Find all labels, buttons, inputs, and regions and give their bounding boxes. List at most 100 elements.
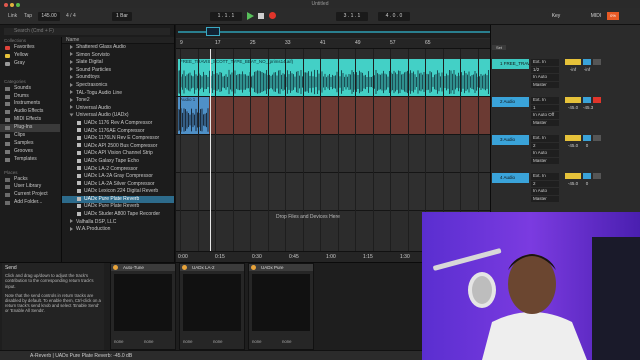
browser-item[interactable]: W.A.Production [62, 226, 174, 234]
tap-tempo-button[interactable]: Tap [24, 12, 32, 21]
monitor-switch[interactable]: In Auto [531, 74, 559, 81]
expand-chevron-icon[interactable] [70, 75, 73, 80]
set-button[interactable]: Set [492, 45, 506, 50]
key-map-button[interactable]: Key [548, 12, 564, 21]
collection-item[interactable]: Favorites [0, 44, 60, 52]
device-2[interactable]: UADx LA-2 none none [179, 263, 245, 350]
expand-chevron-icon[interactable] [70, 82, 73, 87]
tempo-field[interactable]: 145.00 [38, 12, 60, 21]
device-1[interactable]: Auto-Tune none none [110, 263, 176, 350]
device-ui-area[interactable] [114, 274, 172, 331]
track-activator-button[interactable] [565, 173, 581, 179]
collection-item[interactable]: Gray [0, 60, 60, 68]
device-3[interactable]: UADx Pure none none [248, 263, 314, 350]
browser-item[interactable]: UADx Lexicon 224 Digital Reverb [62, 188, 174, 196]
track-activator-button[interactable] [565, 97, 581, 103]
place-item[interactable]: Add Folder... [0, 199, 60, 207]
collection-item[interactable]: Yellow [0, 52, 60, 60]
monitor-switch[interactable]: In Auto Off [531, 112, 559, 119]
browser-item[interactable]: UADx 1176 Rev A Compressor [62, 120, 174, 128]
browser-item[interactable]: Sound Particles [62, 67, 174, 75]
zoom-window-button[interactable] [16, 3, 20, 7]
browser-item[interactable]: Soundtoys [62, 74, 174, 82]
browser-item[interactable]: UADx Studer A800 Tape Recorder [62, 211, 174, 219]
expand-chevron-icon[interactable] [70, 97, 73, 102]
pan-field[interactable]: 0 [583, 181, 591, 187]
place-item[interactable]: Packs [0, 176, 60, 184]
arrangement-overview[interactable] [176, 25, 490, 38]
volume-field[interactable]: -45.0 [565, 105, 581, 111]
midi-map-button[interactable]: MIDI [588, 12, 604, 21]
time-signature-field[interactable]: 4 / 4 [66, 12, 76, 21]
browser-item[interactable]: UADx Galaxy Tape Echo [62, 158, 174, 166]
expand-chevron-icon[interactable] [70, 67, 73, 72]
browser-item[interactable]: UADx API Vision Channel Strip [62, 150, 174, 158]
category-item[interactable]: Clips [0, 132, 60, 140]
browser-item[interactable]: Valhalla DSP, LLC [62, 219, 174, 227]
arrangement-position-field[interactable]: 1 . 1 . 1 [210, 12, 242, 21]
category-item[interactable]: Templates [0, 156, 60, 164]
browser-item[interactable]: Slate Digital [62, 59, 174, 67]
input-channel-menu[interactable]: 2 [531, 180, 559, 187]
category-item[interactable]: Audio Effects [0, 108, 60, 116]
volume-field[interactable]: -inf [565, 67, 581, 73]
browser-item[interactable]: Universal Audio (UADx) [62, 112, 174, 120]
device-sidechain-menu[interactable]: none [252, 339, 282, 345]
track-activator-button[interactable] [565, 59, 581, 65]
arm-button[interactable] [593, 135, 601, 141]
browser-search-input[interactable]: Search (Cmd + F) [4, 28, 170, 35]
power-icon[interactable] [182, 265, 187, 270]
loop-start-field[interactable]: 3 . 1 . 1 [336, 12, 368, 21]
expand-chevron-icon[interactable] [70, 226, 73, 231]
power-icon[interactable] [113, 265, 118, 270]
minimize-window-button[interactable] [10, 3, 14, 7]
arm-button[interactable] [593, 97, 601, 103]
category-item[interactable]: Plug-Ins [0, 124, 60, 133]
audio-clip-2[interactable]: Audio 1 [178, 97, 209, 134]
track-name[interactable]: 2 Audio [492, 97, 529, 107]
place-item[interactable]: User Library [0, 183, 60, 191]
category-item[interactable]: Drums [0, 93, 60, 101]
browser-item[interactable]: UADx 1176LN Rev E Compressor [62, 135, 174, 143]
device-title-bar[interactable]: UADx LA-2 [180, 264, 244, 271]
input-type-menu[interactable]: Ext. In [531, 135, 559, 142]
output-menu[interactable]: Master [531, 81, 559, 88]
browser-item[interactable]: UADx API 2500 Bus Compressor [62, 143, 174, 151]
browser-item[interactable]: UADx LA-2 Compressor [62, 166, 174, 174]
browser-item[interactable]: Simon Sorvisto [62, 52, 174, 60]
track-lane-1[interactable]: FREE_TRAVIS_SCOTT_TYPE_BEAT_NO_(prims14.… [176, 59, 490, 97]
output-menu[interactable]: Master [531, 195, 559, 202]
category-item[interactable]: Grooves [0, 148, 60, 156]
recording-region[interactable] [209, 97, 490, 134]
device-ui-area[interactable] [252, 274, 310, 331]
category-item[interactable]: MIDI Effects [0, 116, 60, 124]
device-title-bar[interactable]: Auto-Tune [111, 264, 175, 271]
record-button[interactable] [269, 12, 276, 19]
stop-button[interactable] [258, 13, 264, 19]
expand-chevron-icon[interactable] [70, 105, 73, 110]
browser-item[interactable]: UADx 1176AE Compressor [62, 128, 174, 136]
browser-item[interactable]: Universal Audio [62, 105, 174, 113]
monitor-switch[interactable]: In Auto [531, 188, 559, 195]
overview-zoom-window[interactable] [206, 27, 220, 36]
place-item[interactable]: Current Project [0, 191, 60, 199]
track-lane-4[interactable] [176, 173, 490, 211]
track-lane-2[interactable]: Audio 1 [176, 97, 490, 135]
playhead[interactable] [210, 49, 211, 251]
device-sidechain-menu[interactable]: none [114, 339, 144, 345]
arm-button[interactable] [593, 173, 601, 179]
expand-chevron-icon[interactable] [70, 52, 73, 57]
beat-ruler[interactable]: 9 17 25 33 41 49 57 65 [176, 39, 490, 49]
solo-button[interactable] [583, 59, 591, 65]
browser-item[interactable]: Shattered Glass Audio [62, 44, 174, 52]
audio-clip-1[interactable]: FREE_TRAVIS_SCOTT_TYPE_BEAT_NO_(prims14.… [178, 59, 490, 96]
browser-item[interactable]: UADx Pure Plate Reverb [62, 203, 174, 211]
power-icon[interactable] [251, 265, 256, 270]
device-output-menu[interactable]: none [282, 339, 312, 345]
browser-item[interactable]: Spectrasonics [62, 82, 174, 90]
category-item[interactable]: Sounds [0, 85, 60, 93]
quantize-menu[interactable]: 1 Bar [112, 12, 132, 21]
input-type-menu[interactable]: Ext. In [531, 97, 559, 104]
browser-item[interactable]: Tone2 [62, 97, 174, 105]
browser-item[interactable]: UADx LA-2A Silver Compressor [62, 181, 174, 189]
